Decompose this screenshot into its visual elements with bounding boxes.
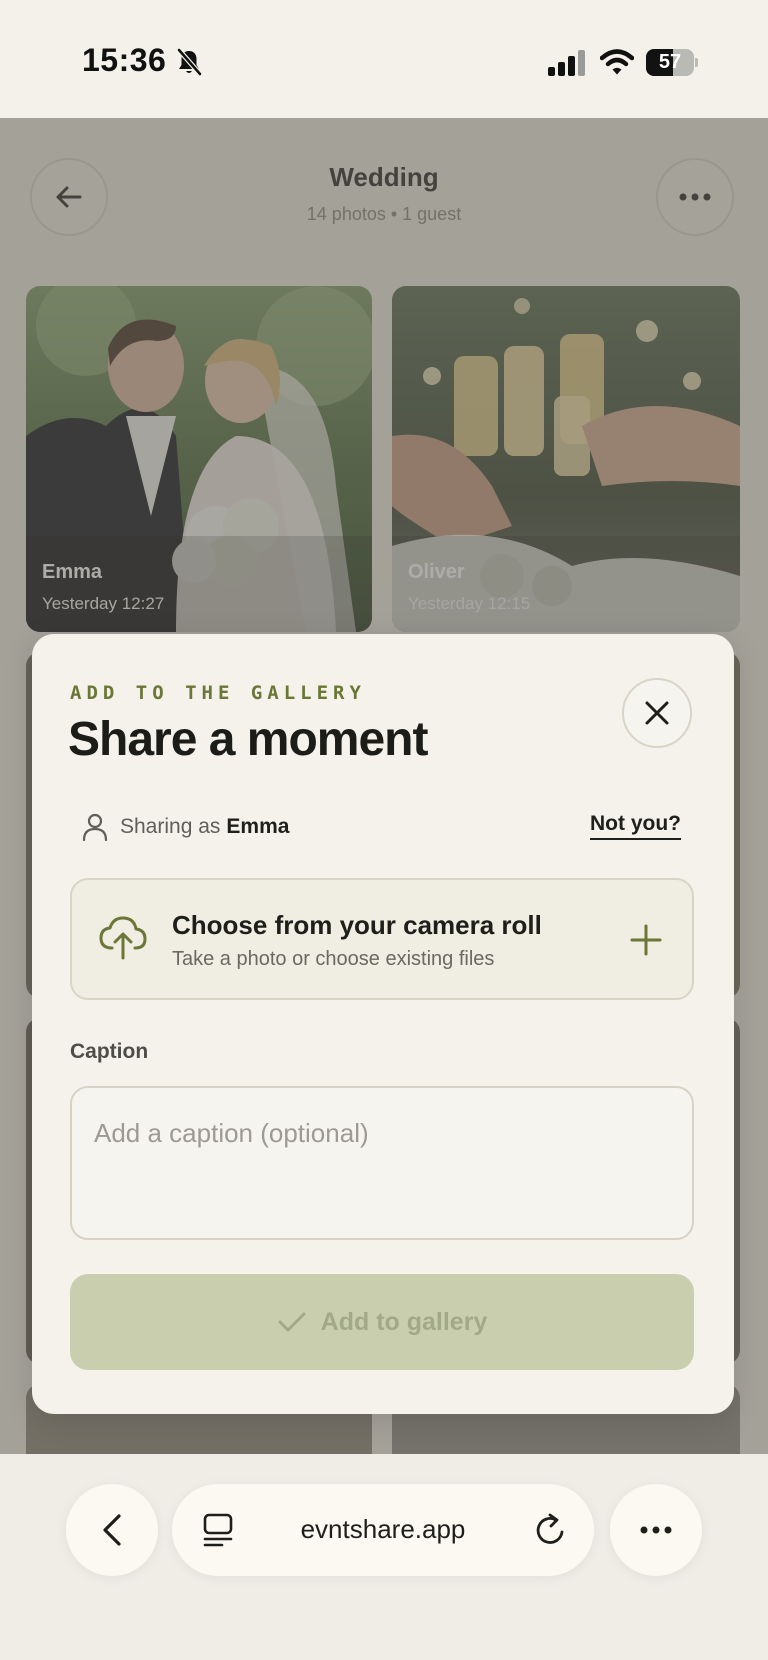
close-icon (645, 701, 669, 725)
caption-label: Caption (70, 1040, 149, 1063)
status-bar: 15:36 57 (0, 0, 768, 118)
plus-icon (630, 924, 662, 956)
sharing-name: Emma (226, 815, 290, 838)
ellipsis-icon (640, 1526, 672, 1534)
add-to-gallery-label: Add to gallery (320, 1307, 488, 1336)
not-you-link[interactable]: Not you? (590, 812, 681, 840)
add-to-gallery-button[interactable]: Add to gallery (70, 1274, 694, 1370)
check-icon (278, 1312, 306, 1332)
sharing-as-label: Sharing as (120, 815, 221, 838)
battery-percent: 57 (658, 51, 682, 73)
battery-icon: 57 (646, 49, 698, 76)
camera-roll-picker[interactable]: Choose from your camera roll Take a phot… (70, 878, 694, 1000)
cloud-upload-icon (99, 916, 147, 960)
reload-icon[interactable] (534, 1512, 568, 1548)
caption-input[interactable] (70, 1086, 694, 1240)
share-moment-modal: ADD TO THE GALLERY Share a moment Sharin… (32, 634, 734, 1414)
upload-subtitle: Take a photo or choose existing files (172, 948, 495, 970)
sharing-as-row: Sharing as Emma (82, 810, 289, 844)
upload-title: Choose from your camera roll (172, 910, 542, 940)
bell-off-icon (177, 48, 202, 76)
address-bar[interactable]: evntshare.app (172, 1484, 594, 1576)
browser-toolbar: evntshare.app (0, 1454, 768, 1660)
wifi-icon (600, 49, 634, 75)
modal-eyebrow: ADD TO THE GALLERY (70, 682, 366, 704)
status-time: 15:36 (82, 42, 167, 78)
url-text: evntshare.app (300, 1514, 466, 1544)
browser-back-button[interactable] (66, 1484, 158, 1576)
modal-title: Share a moment (68, 713, 428, 766)
close-button[interactable] (622, 678, 692, 748)
signal-icon (548, 50, 585, 76)
chevron-left-icon (103, 1514, 121, 1546)
browser-menu-button[interactable] (610, 1484, 702, 1576)
user-icon (82, 813, 108, 841)
